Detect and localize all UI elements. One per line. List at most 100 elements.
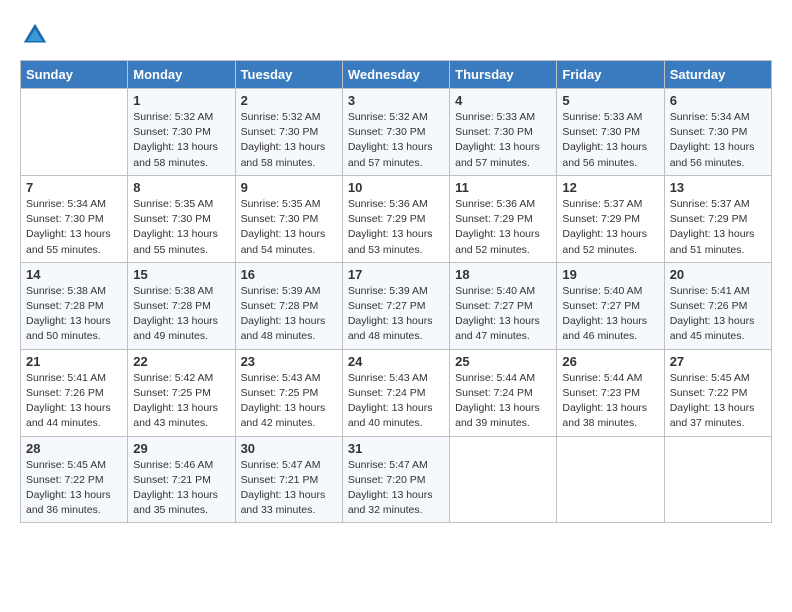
day-info: Sunrise: 5:41 AM Sunset: 7:26 PM Dayligh… — [670, 284, 766, 345]
week-row-1: 7Sunrise: 5:34 AM Sunset: 7:30 PM Daylig… — [21, 175, 772, 262]
calendar-cell: 31 Sunrise: 5:47 AM Sunset: 7:20 PM Dayli… — [342, 436, 449, 523]
day-number: 2 — [241, 93, 337, 108]
calendar-cell: 23 Sunrise: 5:43 AM Sunset: 7:25 PM Dayli… — [235, 349, 342, 436]
calendar-cell: 20 Sunrise: 5:41 AM Sunset: 7:26 PM Dayli… — [664, 262, 771, 349]
calendar-cell — [450, 436, 557, 523]
day-number: 28 — [26, 441, 122, 456]
day-number: 8 — [133, 180, 229, 195]
header-cell-thursday: Thursday — [450, 61, 557, 89]
day-info: Sunrise: 5:46 AM Sunset: 7:21 PM Dayligh… — [133, 458, 229, 519]
calendar-cell: 8 Sunrise: 5:35 AM Sunset: 7:30 PM Daylig… — [128, 175, 235, 262]
day-info: Sunrise: 5:43 AM Sunset: 7:25 PM Dayligh… — [241, 371, 337, 432]
calendar-cell: 2 Sunrise: 5:32 AM Sunset: 7:30 PM Daylig… — [235, 89, 342, 176]
day-number: 16 — [241, 267, 337, 282]
calendar-table: SundayMondayTuesdayWednesdayThursdayFrid… — [20, 60, 772, 523]
logo-icon — [20, 20, 50, 50]
day-info: Sunrise: 5:45 AM Sunset: 7:22 PM Dayligh… — [26, 458, 122, 519]
week-row-4: 28 Sunrise: 5:45 AM Sunset: 7:22 PM Dayli… — [21, 436, 772, 523]
day-info: Sunrise: 5:43 AM Sunset: 7:24 PM Dayligh… — [348, 371, 444, 432]
day-info: Sunrise: 5:39 AM Sunset: 7:27 PM Dayligh… — [348, 284, 444, 345]
day-info: Sunrise: 5:32 AM Sunset: 7:30 PM Dayligh… — [133, 110, 229, 171]
header-cell-friday: Friday — [557, 61, 664, 89]
day-number: 12 — [562, 180, 658, 195]
calendar-cell: 3 Sunrise: 5:32 AM Sunset: 7:30 PM Daylig… — [342, 89, 449, 176]
day-number: 31 — [348, 441, 444, 456]
header-cell-tuesday: Tuesday — [235, 61, 342, 89]
calendar-cell: 28 Sunrise: 5:45 AM Sunset: 7:22 PM Dayli… — [21, 436, 128, 523]
header-cell-monday: Monday — [128, 61, 235, 89]
day-number: 30 — [241, 441, 337, 456]
calendar-cell: 24 Sunrise: 5:43 AM Sunset: 7:24 PM Dayli… — [342, 349, 449, 436]
calendar-body: 1Sunrise: 5:32 AM Sunset: 7:30 PM Daylig… — [21, 89, 772, 523]
day-number: 17 — [348, 267, 444, 282]
day-info: Sunrise: 5:47 AM Sunset: 7:20 PM Dayligh… — [348, 458, 444, 519]
day-info: Sunrise: 5:35 AM Sunset: 7:30 PM Dayligh… — [241, 197, 337, 258]
calendar-cell: 19 Sunrise: 5:40 AM Sunset: 7:27 PM Dayli… — [557, 262, 664, 349]
calendar-header: SundayMondayTuesdayWednesdayThursdayFrid… — [21, 61, 772, 89]
day-number: 15 — [133, 267, 229, 282]
calendar-cell: 17 Sunrise: 5:39 AM Sunset: 7:27 PM Dayli… — [342, 262, 449, 349]
day-number: 3 — [348, 93, 444, 108]
day-info: Sunrise: 5:42 AM Sunset: 7:25 PM Dayligh… — [133, 371, 229, 432]
header-row: SundayMondayTuesdayWednesdayThursdayFrid… — [21, 61, 772, 89]
day-info: Sunrise: 5:36 AM Sunset: 7:29 PM Dayligh… — [455, 197, 551, 258]
calendar-cell: 12 Sunrise: 5:37 AM Sunset: 7:29 PM Dayli… — [557, 175, 664, 262]
calendar-cell: 9 Sunrise: 5:35 AM Sunset: 7:30 PM Daylig… — [235, 175, 342, 262]
day-number: 4 — [455, 93, 551, 108]
week-row-3: 21 Sunrise: 5:41 AM Sunset: 7:26 PM Dayli… — [21, 349, 772, 436]
day-info: Sunrise: 5:40 AM Sunset: 7:27 PM Dayligh… — [455, 284, 551, 345]
day-info: Sunrise: 5:41 AM Sunset: 7:26 PM Dayligh… — [26, 371, 122, 432]
day-number: 11 — [455, 180, 551, 195]
calendar-cell: 14 Sunrise: 5:38 AM Sunset: 7:28 PM Dayli… — [21, 262, 128, 349]
calendar-cell: 10 Sunrise: 5:36 AM Sunset: 7:29 PM Dayli… — [342, 175, 449, 262]
calendar-cell: 27Sunrise: 5:45 AM Sunset: 7:22 PM Dayli… — [664, 349, 771, 436]
calendar-cell: 18 Sunrise: 5:40 AM Sunset: 7:27 PM Dayli… — [450, 262, 557, 349]
day-info: Sunrise: 5:44 AM Sunset: 7:24 PM Dayligh… — [455, 371, 551, 432]
calendar-cell: 7Sunrise: 5:34 AM Sunset: 7:30 PM Daylig… — [21, 175, 128, 262]
calendar-cell: 25Sunrise: 5:44 AM Sunset: 7:24 PM Dayli… — [450, 349, 557, 436]
day-number: 10 — [348, 180, 444, 195]
day-number: 19 — [562, 267, 658, 282]
header-cell-saturday: Saturday — [664, 61, 771, 89]
day-number: 20 — [670, 267, 766, 282]
day-info: Sunrise: 5:33 AM Sunset: 7:30 PM Dayligh… — [562, 110, 658, 171]
day-number: 22 — [133, 354, 229, 369]
calendar-cell: 5 Sunrise: 5:33 AM Sunset: 7:30 PM Daylig… — [557, 89, 664, 176]
calendar-cell: 1Sunrise: 5:32 AM Sunset: 7:30 PM Daylig… — [128, 89, 235, 176]
day-info: Sunrise: 5:33 AM Sunset: 7:30 PM Dayligh… — [455, 110, 551, 171]
day-info: Sunrise: 5:32 AM Sunset: 7:30 PM Dayligh… — [241, 110, 337, 171]
calendar-cell — [557, 436, 664, 523]
day-number: 18 — [455, 267, 551, 282]
day-info: Sunrise: 5:38 AM Sunset: 7:28 PM Dayligh… — [26, 284, 122, 345]
calendar-cell: 15 Sunrise: 5:38 AM Sunset: 7:28 PM Dayli… — [128, 262, 235, 349]
calendar-cell: 22 Sunrise: 5:42 AM Sunset: 7:25 PM Dayli… — [128, 349, 235, 436]
day-number: 23 — [241, 354, 337, 369]
day-info: Sunrise: 5:38 AM Sunset: 7:28 PM Dayligh… — [133, 284, 229, 345]
calendar-cell — [21, 89, 128, 176]
day-info: Sunrise: 5:44 AM Sunset: 7:23 PM Dayligh… — [562, 371, 658, 432]
calendar-cell: 13Sunrise: 5:37 AM Sunset: 7:29 PM Dayli… — [664, 175, 771, 262]
day-info: Sunrise: 5:40 AM Sunset: 7:27 PM Dayligh… — [562, 284, 658, 345]
day-number: 5 — [562, 93, 658, 108]
day-number: 6 — [670, 93, 766, 108]
day-number: 14 — [26, 267, 122, 282]
day-info: Sunrise: 5:34 AM Sunset: 7:30 PM Dayligh… — [670, 110, 766, 171]
day-info: Sunrise: 5:32 AM Sunset: 7:30 PM Dayligh… — [348, 110, 444, 171]
day-number: 9 — [241, 180, 337, 195]
day-info: Sunrise: 5:39 AM Sunset: 7:28 PM Dayligh… — [241, 284, 337, 345]
day-number: 24 — [348, 354, 444, 369]
page-header — [20, 20, 772, 50]
day-number: 26 — [562, 354, 658, 369]
day-info: Sunrise: 5:35 AM Sunset: 7:30 PM Dayligh… — [133, 197, 229, 258]
day-number: 7 — [26, 180, 122, 195]
day-info: Sunrise: 5:37 AM Sunset: 7:29 PM Dayligh… — [562, 197, 658, 258]
day-number: 29 — [133, 441, 229, 456]
week-row-0: 1Sunrise: 5:32 AM Sunset: 7:30 PM Daylig… — [21, 89, 772, 176]
header-cell-wednesday: Wednesday — [342, 61, 449, 89]
day-info: Sunrise: 5:36 AM Sunset: 7:29 PM Dayligh… — [348, 197, 444, 258]
calendar-cell: 26 Sunrise: 5:44 AM Sunset: 7:23 PM Dayli… — [557, 349, 664, 436]
calendar-cell: 4 Sunrise: 5:33 AM Sunset: 7:30 PM Daylig… — [450, 89, 557, 176]
calendar-cell: 29 Sunrise: 5:46 AM Sunset: 7:21 PM Dayli… — [128, 436, 235, 523]
day-number: 21 — [26, 354, 122, 369]
calendar-cell — [664, 436, 771, 523]
